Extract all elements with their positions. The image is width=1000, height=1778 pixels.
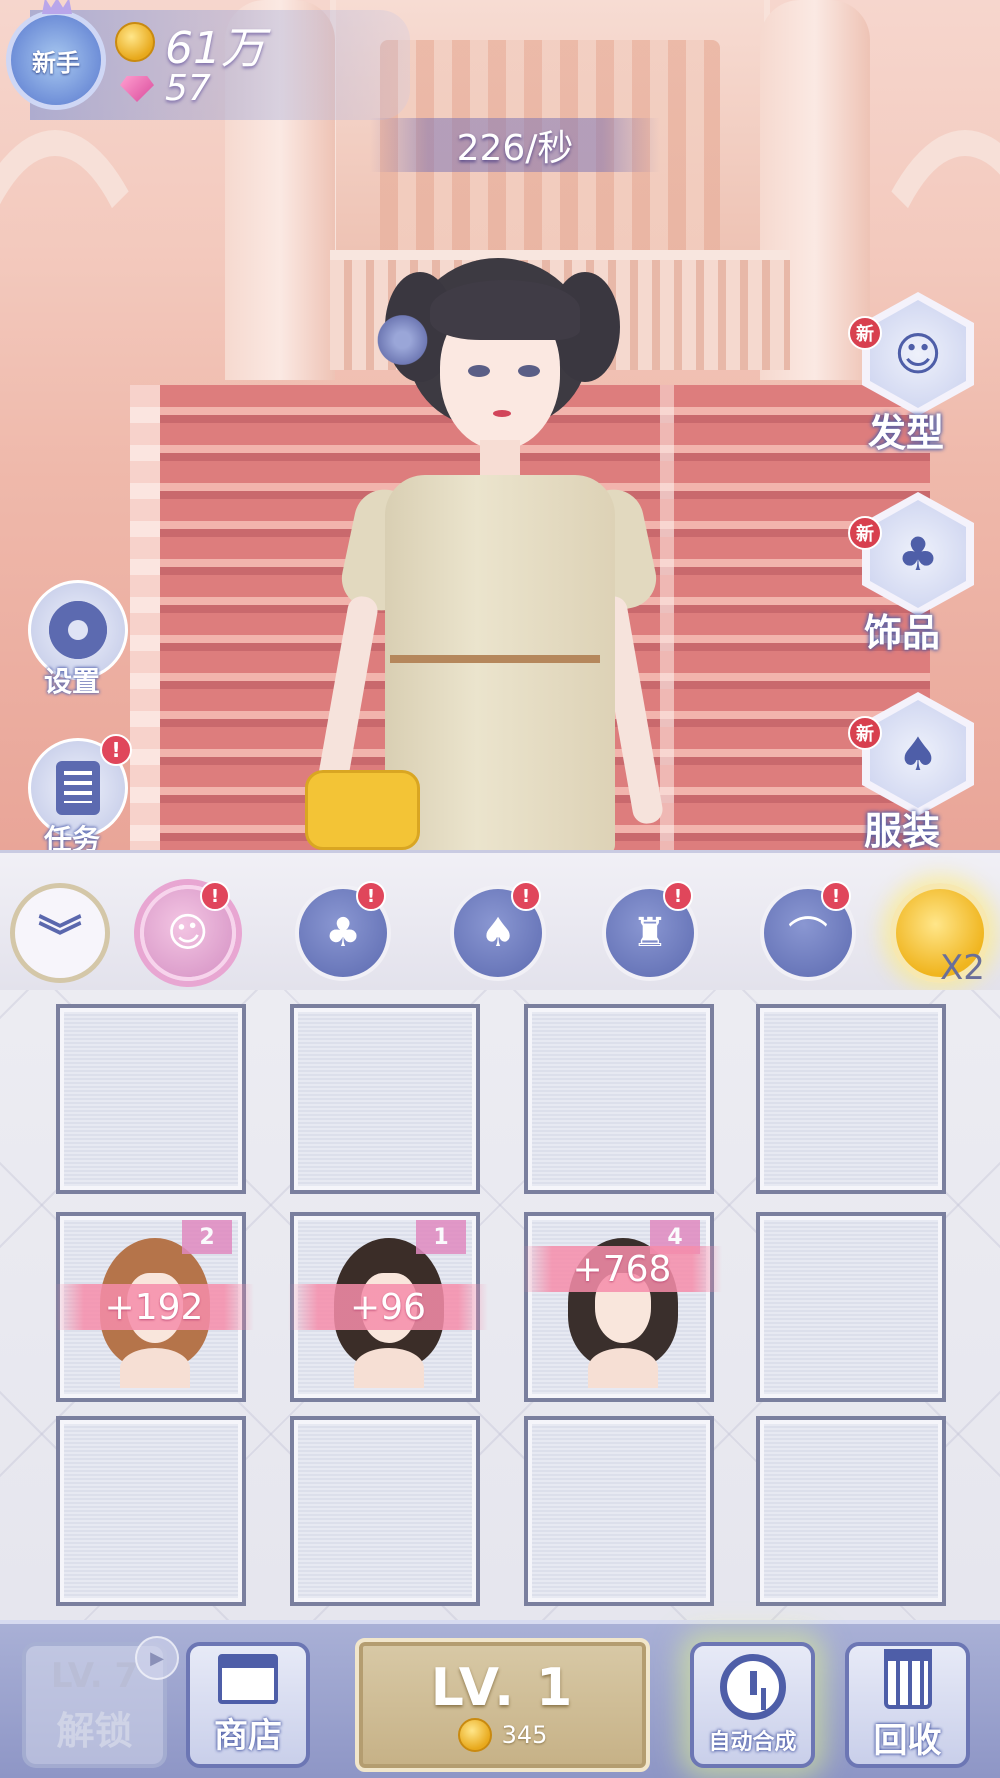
double-chevron-down-icon: ︾ xyxy=(38,912,82,963)
grid-slot[interactable]: 4 +768 xyxy=(522,1212,722,1402)
grid-slot[interactable]: 1 +96 xyxy=(288,1212,488,1402)
grid-slot[interactable] xyxy=(290,1004,480,1194)
character-handbag xyxy=(305,770,420,850)
hair-category-icon: ☺ xyxy=(164,907,212,959)
dress-icon: ♠ xyxy=(870,700,966,808)
accessory-label: 饰品 xyxy=(864,611,941,655)
grid-slot[interactable] xyxy=(56,1416,246,1606)
settings-label: 设置 xyxy=(44,665,101,698)
eye xyxy=(468,365,490,377)
hairstyle-label: 发型 xyxy=(868,411,945,455)
tasks-alert-badge: ! xyxy=(100,734,132,766)
mannequin-neck xyxy=(120,1348,190,1388)
neck xyxy=(480,440,520,480)
new-badge: 新 xyxy=(848,316,882,350)
buy-item-level: LV. 1 xyxy=(430,1658,575,1718)
grid-slot[interactable] xyxy=(524,1004,714,1194)
character-model[interactable] xyxy=(290,250,670,850)
hair-flower-accessory xyxy=(375,310,430,370)
merge-grid: 2 +192 1 +96 4 +768 xyxy=(0,990,1000,1620)
gear-icon xyxy=(49,601,107,659)
slot-background xyxy=(64,1012,238,1186)
auto-merge-label: 自动合成 xyxy=(708,1730,797,1755)
auto-merge-button[interactable]: 自动合成 xyxy=(690,1642,815,1768)
recycle-label: 回收 xyxy=(873,1720,942,1761)
belt xyxy=(390,655,600,663)
gold-coin-icon xyxy=(115,22,155,62)
grid-slot[interactable] xyxy=(756,1212,946,1402)
trash-icon xyxy=(883,1648,932,1709)
slot-background xyxy=(532,1424,706,1598)
tab-alert-badge: ! xyxy=(200,881,230,911)
player-avatar[interactable]: 新手 xyxy=(6,10,106,110)
gem-amount: 57 xyxy=(165,68,211,109)
dress-category-icon: ♠ xyxy=(480,910,516,956)
gold-amount: 61万 xyxy=(165,23,265,74)
slot-background xyxy=(64,1424,238,1598)
game-scene: 新手 61万 57 226/秒 设置 ! 任务 ☺ 新 发型 ♣ 新 饰品 ♠ … xyxy=(0,0,1000,850)
new-badge: 新 xyxy=(848,716,882,750)
buy-cost: 345 xyxy=(457,1718,548,1752)
category-bar: ︾ ☺ ! ♣ ! ♠ ! ♜ ! ⌒ ! X2 xyxy=(0,850,1000,990)
slot-background xyxy=(298,1424,472,1598)
mannequin-neck xyxy=(354,1348,424,1388)
slot-background xyxy=(764,1424,938,1598)
grid-slot[interactable] xyxy=(56,1004,246,1194)
play-video-icon[interactable]: ▶ xyxy=(135,1636,179,1680)
crown-icon xyxy=(42,0,72,14)
tab-alert-badge: ! xyxy=(511,881,541,911)
buy-cost-value: 345 xyxy=(501,1721,548,1749)
slot-background xyxy=(532,1012,706,1186)
accessory-category-icon: ♣ xyxy=(325,910,361,956)
coin-icon xyxy=(457,1718,492,1752)
grid-slot[interactable]: 2 +192 xyxy=(54,1212,254,1402)
slot-background xyxy=(764,1220,938,1394)
makeup-category-icon: ♜ xyxy=(632,910,668,956)
task-list-icon xyxy=(56,761,100,815)
shop-label: 商店 xyxy=(214,1715,282,1756)
clothing-label: 服装 xyxy=(864,809,941,850)
collapse-button[interactable]: ︾ xyxy=(10,883,110,983)
hair-bangs xyxy=(430,280,580,340)
carpet-edge xyxy=(130,385,160,850)
eye xyxy=(518,365,540,377)
avatar-rank-label: 新手 xyxy=(32,48,80,77)
unlock-level: LV. 7 xyxy=(50,1655,139,1696)
slot-background xyxy=(298,1012,472,1186)
new-badge: 新 xyxy=(848,516,882,550)
shop-button[interactable]: 商店 xyxy=(186,1642,310,1768)
item-level-tag: 2 xyxy=(182,1220,232,1254)
income-rate: 226/秒 xyxy=(370,118,660,172)
clock-icon xyxy=(719,1654,786,1720)
recycle-button[interactable]: 回收 xyxy=(845,1642,970,1768)
accessory-icon: ♣ xyxy=(870,500,966,608)
tasks-label: 任务 xyxy=(44,823,101,850)
mannequin-neck xyxy=(588,1348,658,1388)
grid-slot[interactable] xyxy=(524,1416,714,1606)
buy-item-button[interactable]: LV. 1 345 xyxy=(355,1638,650,1772)
hairstyle-icon: ☺ xyxy=(870,300,966,408)
shop-icon xyxy=(218,1653,278,1704)
unlock-label: 解锁 xyxy=(56,1708,133,1753)
item-income-ribbon: +768 xyxy=(522,1246,722,1292)
item-level-tag: 1 xyxy=(416,1220,466,1254)
income-rate-text: 226/秒 xyxy=(456,128,574,169)
tab-alert-badge: ! xyxy=(356,881,386,911)
double-multiplier-label: X2 xyxy=(940,948,985,988)
grid-slot[interactable] xyxy=(290,1416,480,1606)
tab-alert-badge: ! xyxy=(821,881,851,911)
item-income-ribbon: +192 xyxy=(54,1284,254,1330)
item-income-ribbon: +96 xyxy=(288,1284,488,1330)
tab-alert-badge: ! xyxy=(663,881,693,911)
grid-slot[interactable] xyxy=(756,1416,946,1606)
grid-slot[interactable] xyxy=(756,1004,946,1194)
bottom-toolbar: LV. 7 解锁 ▶ 商店 LV. 1 345 自动合成 回收 xyxy=(0,1620,1000,1778)
lips xyxy=(493,410,511,417)
shoes-category-icon: ⌒ xyxy=(788,914,828,960)
slot-background xyxy=(764,1012,938,1186)
